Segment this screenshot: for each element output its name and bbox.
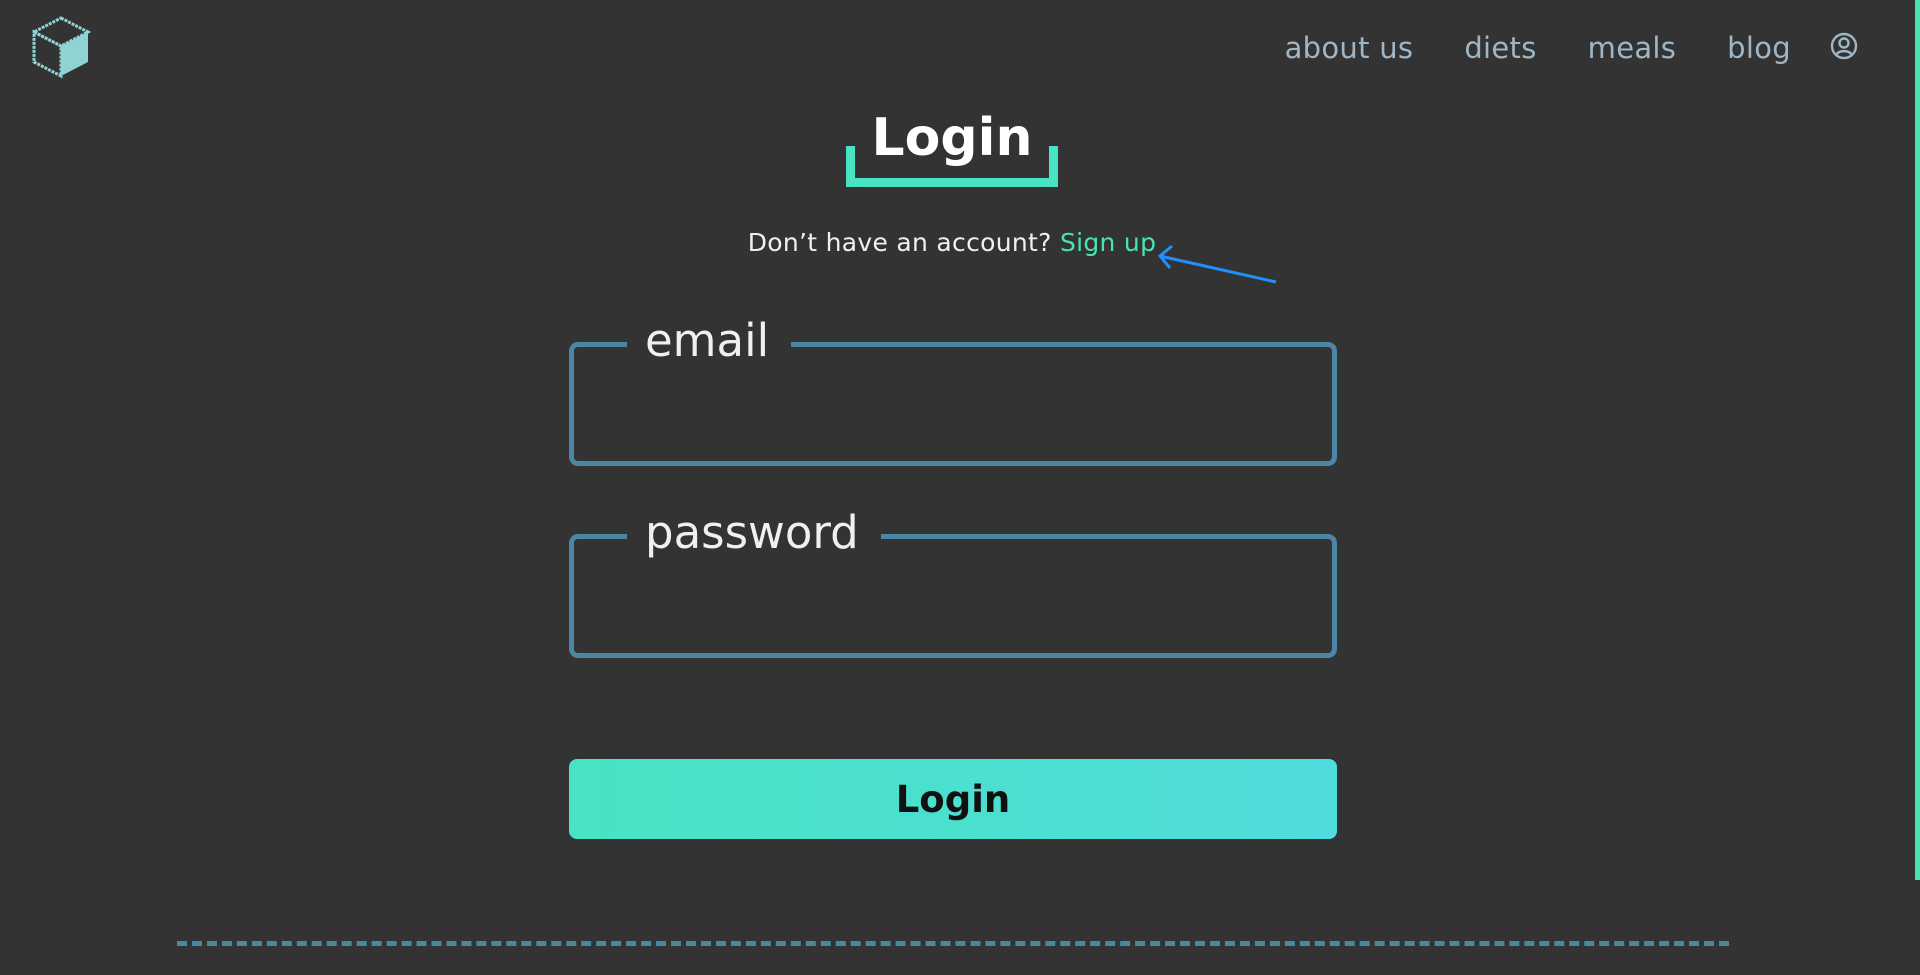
nav-about-us[interactable]: about us	[1285, 31, 1414, 65]
password-input[interactable]	[589, 572, 1313, 632]
top-nav: about us diets meals blog	[1285, 28, 1920, 68]
user-circle-icon[interactable]	[1828, 30, 1860, 62]
signup-prompt-text: Don’t have an account?	[747, 228, 1052, 257]
nav-blog[interactable]: blog	[1727, 31, 1791, 65]
cube-icon[interactable]	[28, 14, 94, 80]
nav-meals[interactable]: meals	[1588, 31, 1677, 65]
signup-prompt: Don’t have an account? Sign up	[0, 228, 1904, 257]
login-page: about us diets meals blog Login Don’t ha…	[0, 0, 1920, 975]
email-field: email	[569, 312, 1337, 466]
page-scrollbar[interactable]	[1915, 0, 1920, 880]
annotation-arrow-icon	[1157, 244, 1277, 284]
email-input[interactable]	[589, 380, 1313, 440]
login-button[interactable]: Login	[569, 759, 1337, 839]
footer-divider	[177, 941, 1729, 946]
page-title: Login	[871, 108, 1033, 168]
password-field: password	[569, 504, 1337, 658]
nav-diets[interactable]: diets	[1464, 31, 1536, 65]
password-label: password	[627, 504, 881, 562]
page-title-block: Login	[846, 105, 1058, 187]
email-label: email	[627, 312, 792, 370]
signup-link[interactable]: Sign up	[1060, 228, 1156, 257]
